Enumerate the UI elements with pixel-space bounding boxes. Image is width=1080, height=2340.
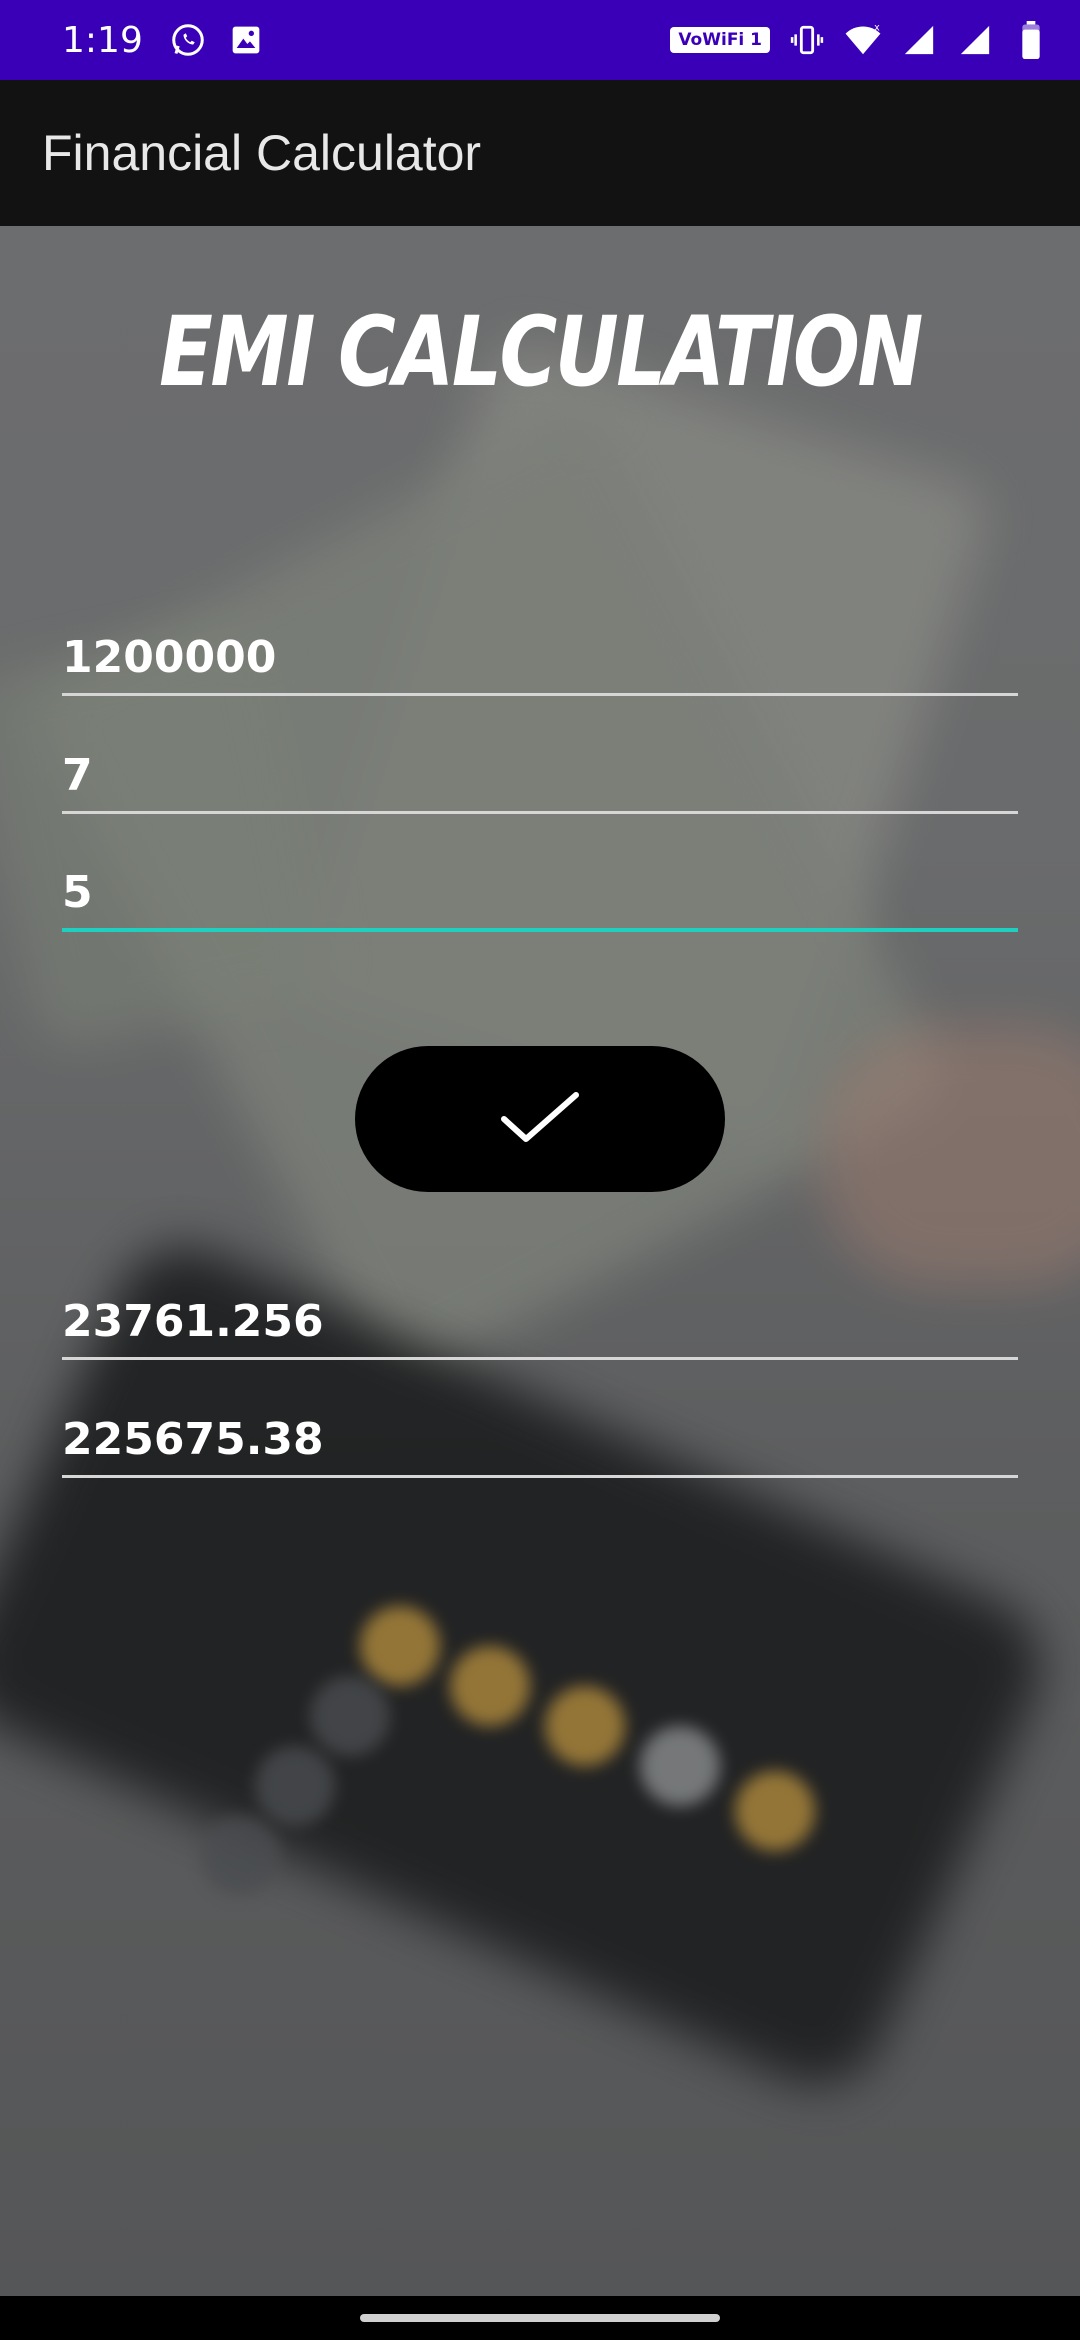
- emi-result-field: 23761.256: [62, 1290, 1018, 1360]
- background-image: [255, 1746, 335, 1826]
- background-image: [310, 1676, 390, 1756]
- status-time: 1:19: [62, 19, 143, 61]
- principal-input[interactable]: 1200000: [62, 626, 1018, 696]
- vowifi-badge: VoWiFi 1: [670, 27, 770, 53]
- background-image: [640, 1726, 720, 1806]
- navigation-bar: [0, 2296, 1080, 2340]
- battery-icon: [1012, 21, 1050, 59]
- interest-rate-input[interactable]: 7: [62, 744, 1018, 814]
- signal-icon: [956, 21, 994, 59]
- wifi-icon: x: [844, 21, 882, 59]
- svg-text:x: x: [874, 23, 880, 34]
- signal-icon: [900, 21, 938, 59]
- page-heading: EMI CALCULATION: [159, 296, 923, 408]
- background-image: [545, 1686, 625, 1766]
- check-icon: [500, 1089, 580, 1150]
- background-image: [360, 1606, 440, 1686]
- background-image: [735, 1771, 815, 1851]
- tenure-input[interactable]: 5: [62, 862, 1018, 932]
- image-icon: [227, 21, 265, 59]
- app-bar: Financial Calculator: [0, 80, 1080, 226]
- total-interest-result-field: 225675.38: [62, 1408, 1018, 1478]
- home-gesture-handle[interactable]: [360, 2314, 720, 2322]
- calculate-button[interactable]: [355, 1046, 725, 1192]
- background-image: [200, 1816, 280, 1896]
- background-image: [450, 1646, 530, 1726]
- app-title: Financial Calculator: [42, 125, 482, 181]
- emi-form-screen: EMI CALCULATION 1200000 7 5 23761.256 22…: [0, 226, 1080, 2296]
- status-bar: 1:19 VoWiFi 1 x: [0, 0, 1080, 80]
- whatsapp-icon: [169, 21, 207, 59]
- background-image: [820, 1026, 1080, 1286]
- vibrate-icon: [788, 21, 826, 59]
